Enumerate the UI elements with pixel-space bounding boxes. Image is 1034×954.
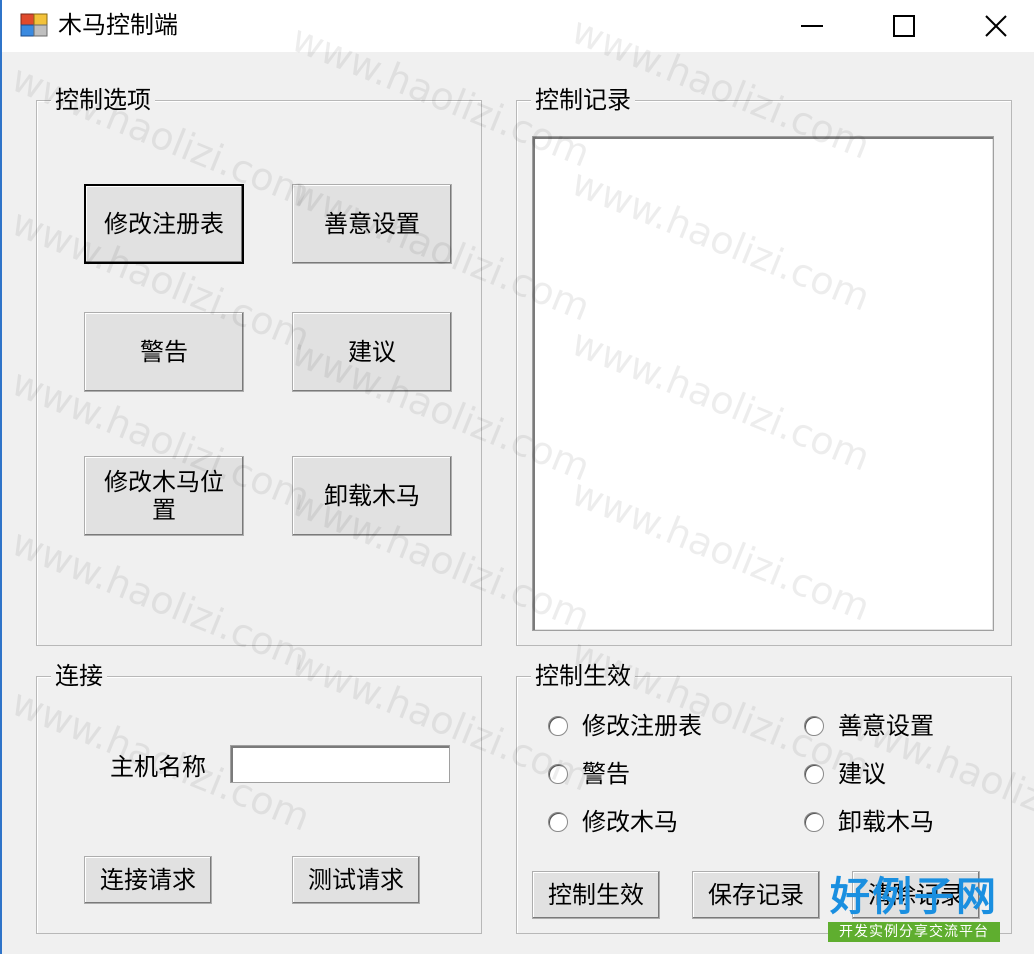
radio-circle[interactable]	[804, 716, 824, 736]
window-title: 木马控制端	[58, 11, 178, 39]
maximize-icon	[893, 15, 915, 37]
logo-sub-text: 开发实例分享交流平台	[828, 922, 1000, 942]
host-name-input[interactable]	[230, 745, 450, 783]
save-record-button[interactable]: 保存记录	[692, 871, 820, 919]
connect-legend: 连接	[51, 661, 107, 691]
radio-label: 修改注册表	[582, 712, 702, 740]
minimize-icon	[801, 25, 823, 27]
control-apply-legend: 控制生效	[531, 661, 635, 691]
close-button[interactable]	[950, 0, 1034, 52]
radio-malicious-settings[interactable]: 善意设置	[804, 710, 934, 742]
modify-registry-button[interactable]: 修改注册表	[84, 184, 244, 264]
control-log-legend: 控制记录	[531, 85, 635, 115]
title-bar[interactable]: 木马控制端	[2, 0, 1034, 52]
radio-label: 建议	[838, 760, 886, 788]
host-name-label: 主机名称	[110, 753, 206, 781]
apply-control-button[interactable]: 控制生效	[532, 871, 660, 919]
control-log-textarea[interactable]	[532, 136, 994, 631]
radio-label: 警告	[582, 760, 630, 788]
minimize-button[interactable]	[766, 0, 858, 52]
logo-main-text: 好例子网	[830, 874, 998, 920]
control-options-legend: 控制选项	[51, 85, 155, 115]
radio-circle[interactable]	[548, 716, 568, 736]
radio-suggestion[interactable]: 建议	[804, 758, 886, 790]
radio-circle[interactable]	[548, 812, 568, 832]
connect-request-button[interactable]: 连接请求	[84, 856, 212, 904]
malicious-settings-button[interactable]: 善意设置	[292, 184, 452, 264]
maximize-button[interactable]	[858, 0, 950, 52]
haolizi-logo: 好例子网 开发实例分享交流平台	[828, 874, 1000, 944]
radio-label: 修改木马	[582, 808, 678, 836]
app-window: 木马控制端 控制选项 修改注册表 善意设置 警告 建议 修改木马位置 卸载木马 …	[0, 0, 1034, 954]
radio-circle[interactable]	[804, 812, 824, 832]
close-icon	[985, 15, 1007, 37]
radio-modify-registry[interactable]: 修改注册表	[548, 710, 702, 742]
radio-modify-trojan[interactable]: 修改木马	[548, 806, 678, 838]
warning-button[interactable]: 警告	[84, 312, 244, 392]
app-icon	[20, 13, 48, 37]
modify-trojan-position-button[interactable]: 修改木马位置	[84, 456, 244, 536]
uninstall-trojan-button[interactable]: 卸载木马	[292, 456, 452, 536]
radio-label: 善意设置	[838, 712, 934, 740]
suggestion-button[interactable]: 建议	[292, 312, 452, 392]
radio-uninstall-trojan[interactable]: 卸载木马	[804, 806, 934, 838]
radio-label: 卸载木马	[838, 808, 934, 836]
radio-warning[interactable]: 警告	[548, 758, 630, 790]
radio-circle[interactable]	[548, 764, 568, 784]
test-request-button[interactable]: 测试请求	[292, 856, 420, 904]
radio-circle[interactable]	[804, 764, 824, 784]
